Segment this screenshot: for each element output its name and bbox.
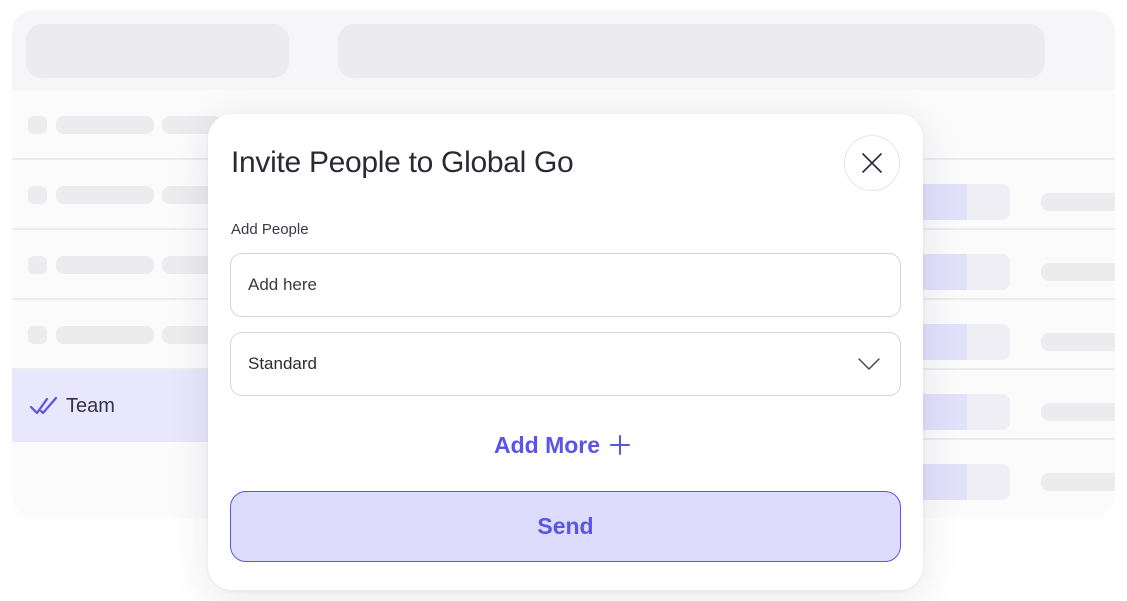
header-placeholder-left <box>26 24 289 78</box>
invite-modal: Invite People to Global Go Add People St… <box>208 114 923 590</box>
chevron-down-icon <box>858 358 880 370</box>
row-placeholder-bar <box>1041 193 1115 211</box>
modal-title: Invite People to Global Go <box>231 146 574 179</box>
row-placeholder-chip <box>910 394 1010 430</box>
row-placeholder-chip <box>910 184 1010 220</box>
sidebar-item-label: Team <box>66 395 115 417</box>
role-select[interactable]: Standard <box>230 332 901 396</box>
add-people-label: Add People <box>231 221 309 238</box>
row-placeholder-chip <box>910 464 1010 500</box>
add-more-label: Add More <box>494 431 601 458</box>
row-placeholder-bar <box>56 116 154 134</box>
add-people-input[interactable] <box>230 253 901 317</box>
role-select-value: Standard <box>248 354 317 373</box>
close-button[interactable] <box>844 135 900 191</box>
row-placeholder-bar <box>1041 473 1115 491</box>
row-placeholder-bar <box>1041 263 1115 281</box>
row-placeholder-bar <box>56 326 154 344</box>
row-placeholder-bar <box>56 256 154 274</box>
row-placeholder-chip <box>910 254 1010 290</box>
row-placeholder-bar <box>1041 403 1115 421</box>
double-check-icon <box>30 396 58 415</box>
row-placeholder-dot <box>28 326 47 344</box>
header-placeholder-right <box>338 24 1045 78</box>
row-placeholder-dot <box>28 186 47 204</box>
close-icon <box>862 153 882 173</box>
row-placeholder-dot <box>28 116 47 134</box>
row-placeholder-bar <box>1041 333 1115 351</box>
send-button[interactable]: Send <box>230 491 901 562</box>
row-placeholder-dot <box>28 256 47 274</box>
plus-icon <box>610 435 631 455</box>
row-placeholder-chip <box>910 324 1010 360</box>
row-placeholder-bar <box>56 186 154 204</box>
add-more-button[interactable]: Add More <box>494 430 631 460</box>
